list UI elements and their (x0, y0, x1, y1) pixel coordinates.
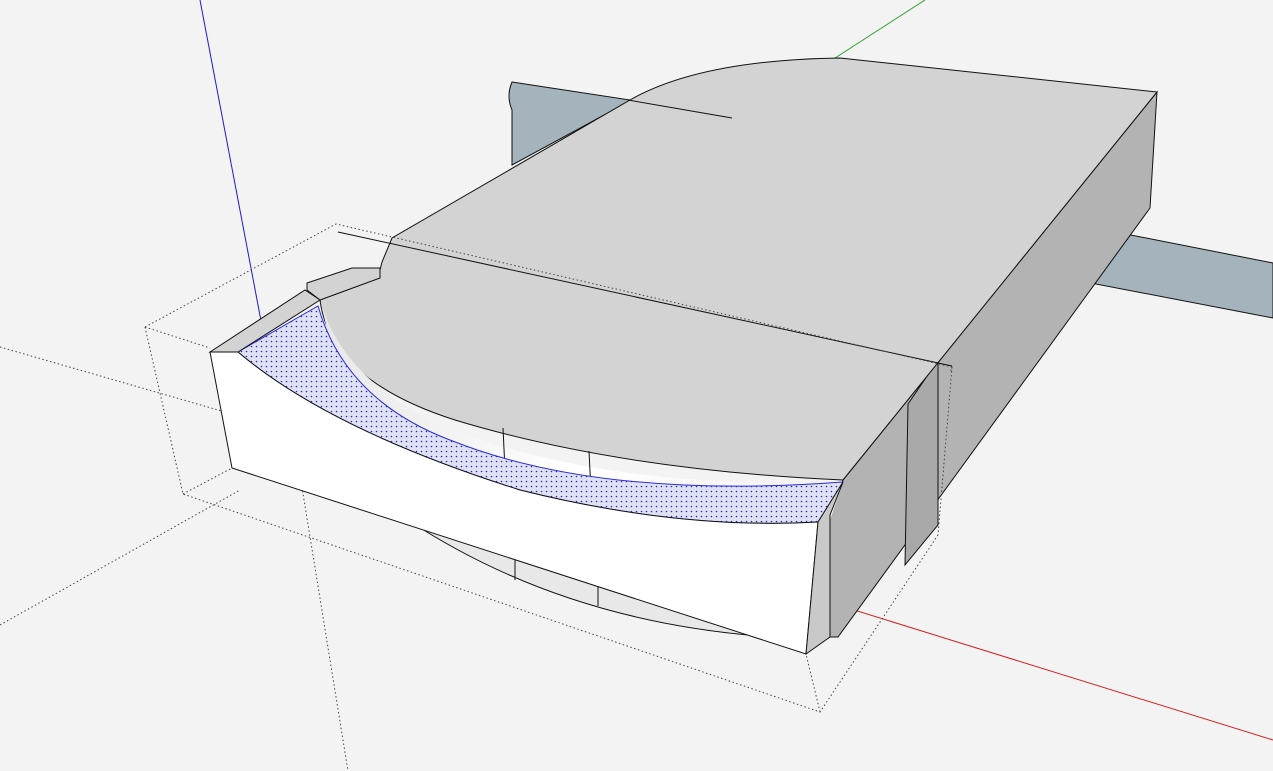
model-viewport[interactable] (0, 0, 1273, 771)
scene-canvas[interactable] (0, 0, 1273, 771)
green-axis-icon (834, 0, 926, 59)
blue-axis-icon (199, 0, 263, 327)
red-axis-icon (837, 604, 1273, 741)
